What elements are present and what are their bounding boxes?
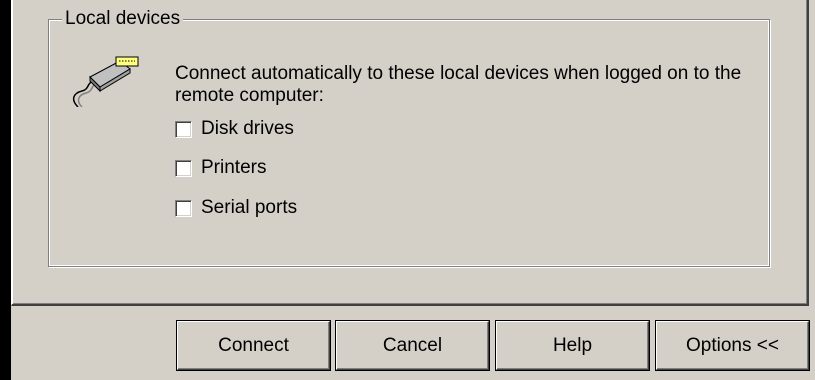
printers-checkbox[interactable] — [175, 159, 192, 177]
usb-cable-icon — [72, 56, 139, 107]
help-button[interactable]: Help — [496, 321, 649, 370]
connect-button[interactable]: Connect — [177, 321, 330, 370]
groupbox-title: Local devices — [62, 8, 184, 30]
option-printers[interactable]: Printers — [175, 157, 266, 179]
serial-ports-checkbox[interactable] — [175, 199, 192, 217]
printers-label[interactable]: Printers — [201, 157, 266, 179]
disk-drives-label[interactable]: Disk drives — [201, 118, 294, 140]
disk-drives-checkbox[interactable] — [175, 120, 192, 138]
serial-ports-label[interactable]: Serial ports — [201, 197, 297, 219]
cancel-button[interactable]: Cancel — [336, 321, 489, 370]
option-serial-ports[interactable]: Serial ports — [175, 197, 297, 219]
window-edge — [0, 0, 11, 380]
option-disk-drives[interactable]: Disk drives — [175, 118, 294, 140]
auto-connect-description: Connect automatically to these local dev… — [175, 63, 742, 106]
options-toggle-button[interactable]: Options << — [656, 321, 809, 370]
local-devices-groupbox — [48, 19, 770, 267]
